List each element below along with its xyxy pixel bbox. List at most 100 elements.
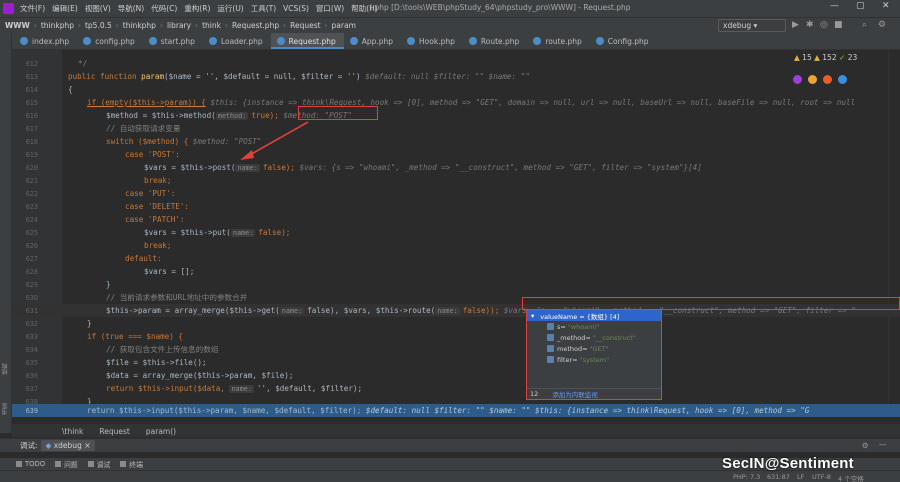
problems-tab[interactable]: 问题 — [55, 459, 78, 469]
settings-icon[interactable]: ⚙ — [878, 20, 886, 30]
code-line: 628 $vars = []; — [12, 265, 900, 278]
breadcrumb-method[interactable]: param() — [146, 427, 176, 436]
menu-edit[interactable]: 编辑(E) — [52, 3, 78, 14]
minimize-icon[interactable]: — — [879, 440, 887, 449]
add-inline-watch-link[interactable]: 添加为内联监视 — [552, 389, 598, 399]
breadcrumb-thinkphp[interactable]: thinkphp — [41, 21, 74, 30]
phpstorm-browser-icon[interactable] — [793, 75, 802, 84]
code-text: case 'PATCH': — [125, 215, 185, 224]
tab-request-php[interactable]: Request.php — [270, 33, 344, 49]
line-number: 628 — [25, 267, 38, 276]
tab-route-lower-php[interactable]: route.php — [527, 33, 589, 49]
breadcrumb-class[interactable]: Request — [99, 427, 129, 436]
indent-setting[interactable]: 4 个空格 — [838, 473, 864, 482]
breadcrumb-library[interactable]: library — [167, 21, 191, 30]
breadcrumb-request-class[interactable]: Request — [290, 21, 320, 30]
run-icon[interactable]: ▶ — [792, 20, 799, 30]
menu-refactor[interactable]: 重构(R) — [184, 3, 210, 14]
bookmarks-tool-label[interactable]: 书签 — [1, 403, 10, 415]
terminal-tab[interactable]: 终端 — [120, 459, 143, 469]
popup-item[interactable]: s = "whoami" — [527, 321, 661, 332]
minimize-button[interactable]: — — [830, 1, 839, 11]
line-number: 620 — [25, 163, 38, 172]
code-text: break; — [144, 176, 172, 185]
item-value: "whoami" — [567, 322, 600, 331]
menu-window[interactable]: 窗口(W) — [316, 3, 344, 14]
menu-tools[interactable]: 工具(T) — [251, 3, 276, 14]
close-icon[interactable]: × — [84, 441, 90, 450]
field-icon — [547, 334, 554, 341]
popup-item[interactable]: _method = "__construct" — [527, 332, 661, 343]
debug-icon[interactable]: ✱ — [806, 20, 814, 30]
breadcrumb-namespace[interactable]: \think — [62, 427, 83, 436]
warning-icon: ▲ — [794, 53, 800, 62]
breadcrumb-param[interactable]: param — [332, 21, 356, 30]
tab-config-php[interactable]: config.php — [77, 33, 143, 49]
caret-position[interactable]: 631:87 — [767, 473, 790, 481]
structure-tool-label[interactable]: 结构 — [1, 363, 10, 375]
code-line: 615 if (empty($this->param)) { $this: {in… — [12, 96, 900, 109]
param-hint: name: — [435, 307, 460, 315]
chevron-right-icon: › — [159, 21, 163, 30]
popup-footer: 12 添加为内联监视 — [527, 388, 661, 399]
coverage-icon[interactable]: ◎ — [820, 20, 828, 30]
code-text: case 'PUT': — [125, 189, 176, 198]
firefox-icon[interactable] — [823, 75, 832, 84]
tab-index-php[interactable]: index.php — [14, 33, 77, 49]
line-separator[interactable]: LF — [797, 473, 804, 481]
tab-route-php[interactable]: Route.php — [463, 33, 527, 49]
tab-app-php[interactable]: App.php — [344, 33, 401, 49]
popup-item[interactable]: method = "GET" — [527, 343, 661, 354]
debug-tab[interactable]: 调试 — [87, 459, 110, 469]
menu-navigate[interactable]: 导航(N) — [118, 3, 144, 14]
todo-tab[interactable]: TODO — [16, 460, 45, 468]
problems-label: 问题 — [64, 461, 78, 469]
tab-label: Config.php — [607, 36, 649, 46]
search-icon[interactable]: ⌕ — [862, 20, 867, 30]
tab-start-php[interactable]: start.php — [143, 33, 203, 49]
run-config-select[interactable]: xdebug ▾ — [718, 19, 786, 32]
menu-run[interactable]: 运行(U) — [217, 3, 243, 14]
menu-code[interactable]: 代码(C) — [151, 3, 177, 14]
tab-label: start.php — [160, 36, 195, 46]
line-number: 622 — [25, 189, 38, 198]
chrome-icon[interactable] — [808, 75, 817, 84]
menu-bar: 文件(F) 编辑(E) 视图(V) 导航(N) 代码(C) 重构(R) 运行(U… — [0, 0, 900, 17]
menu-file[interactable]: 文件(F) — [20, 3, 45, 14]
code-text: true); — [251, 111, 279, 120]
debug-label: 调试: — [20, 441, 38, 450]
maximize-button[interactable]: ▢ — [856, 1, 865, 11]
debug-value-popup[interactable]: ▾ valueName = {数组} [4] s = "whoami" _meth… — [526, 309, 662, 400]
close-button[interactable]: ✕ — [882, 1, 890, 11]
popup-item[interactable]: filter = "system" — [527, 354, 661, 365]
todo-icon — [16, 461, 22, 467]
breadcrumb-tp505[interactable]: tp5.0.5 — [85, 21, 112, 30]
settings-icon[interactable]: ⚙ — [862, 441, 869, 450]
tab-config2-php[interactable]: Config.php — [590, 33, 657, 49]
debug-session-tab[interactable]: ◆ xdebug × — [40, 440, 96, 451]
expand-icon[interactable]: ▾ — [531, 312, 534, 320]
breadcrumb-think[interactable]: think — [202, 21, 221, 30]
popup-header[interactable]: ▾ valueName = {数组} [4] — [527, 310, 661, 321]
tab-label: Request.php — [288, 36, 336, 46]
inspection-widget[interactable]: ▲ 15 ▲ 152 ✓ 23 — [794, 53, 857, 62]
breadcrumb-www[interactable]: WWW — [5, 21, 30, 30]
param-hint: name: — [235, 164, 260, 172]
line-number: 627 — [25, 254, 38, 263]
menu-view[interactable]: 视图(V) — [85, 3, 111, 14]
stop-icon[interactable]: ■ — [834, 20, 843, 30]
code-line: 621 break; — [12, 174, 900, 187]
tab-label: App.php — [361, 36, 394, 46]
todo-label: TODO — [25, 460, 46, 468]
tab-loader-php[interactable]: Loader.php — [203, 33, 271, 49]
php-version[interactable]: PHP: 7.3 — [733, 473, 760, 481]
tab-label: config.php — [95, 36, 135, 46]
line-number: 619 — [25, 150, 38, 159]
breadcrumb-thinkphp-dir[interactable]: thinkphp — [123, 21, 156, 30]
menu-vcs[interactable]: VCS(S) — [283, 4, 309, 13]
file-encoding[interactable]: UTF-8 — [812, 473, 831, 481]
tab-hook-php[interactable]: Hook.php — [401, 33, 463, 49]
edge-icon[interactable] — [838, 75, 847, 84]
breadcrumb-request-file[interactable]: Request.php — [232, 21, 279, 30]
debug-icon — [87, 461, 94, 467]
